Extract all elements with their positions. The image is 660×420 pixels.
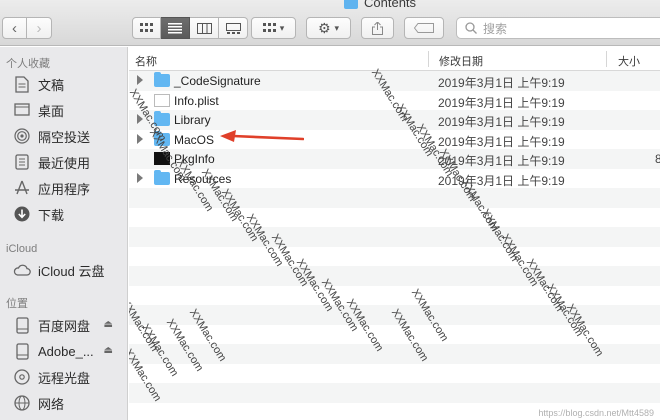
icloud-header: iCloud [6, 243, 38, 255]
navigation-buttons: ‹ › [2, 17, 52, 39]
eject-icon[interactable]: ⏏ [104, 345, 113, 356]
icon-view-button[interactable] [132, 17, 161, 39]
empty-row [129, 383, 660, 403]
empty-row [129, 344, 660, 364]
optical-disc-icon [12, 367, 32, 387]
table-row[interactable]: Resources 2019年3月1日 上午9:19 [129, 169, 660, 189]
folder-icon [344, 0, 358, 9]
table-row[interactable]: MacOS 2019年3月1日 上午9:19 [129, 130, 660, 150]
locations-header: 位置 [6, 298, 28, 310]
sidebar-item-icloud-drive[interactable]: iCloud 云盘 [12, 260, 104, 280]
table-row[interactable]: Info.plist 2019年3月1日 上午9:19 [129, 91, 660, 111]
sidebar: 个人收藏 文稿 桌面 隔空投送 最近使用 应用程序 下载 iCloud iClo… [0, 47, 128, 420]
empty-row [129, 305, 660, 325]
empty-row [129, 286, 660, 306]
favorites-header: 个人收藏 [6, 58, 50, 70]
sidebar-item-remote-disc[interactable]: 远程光盘 [12, 367, 90, 387]
executable-file-icon [154, 152, 170, 165]
sidebar-item-airdrop[interactable]: 隔空投送 [12, 126, 90, 146]
folder-icon [154, 72, 170, 87]
empty-row [129, 227, 660, 247]
applications-icon [12, 178, 32, 198]
sidebar-item-documents[interactable]: 文稿 [12, 74, 64, 94]
sidebar-item-applications[interactable]: 应用程序 [12, 178, 90, 198]
tags-button[interactable] [404, 17, 444, 39]
list-icon [168, 22, 182, 33]
sidebar-item-network[interactable]: 网络 [12, 393, 64, 413]
list-view-button[interactable] [161, 17, 190, 39]
column-view-button[interactable] [190, 17, 219, 39]
disclosure-triangle-icon[interactable] [137, 133, 143, 144]
disclosure-triangle-icon[interactable] [137, 75, 143, 85]
table-row[interactable]: _CodeSignature 2019年3月1日 上午9:19 [129, 71, 660, 91]
sidebar-item-recents[interactable]: 最近使用 [12, 152, 90, 172]
column-headers: 名称 修改日期 大小 [129, 47, 660, 71]
search-icon [465, 22, 477, 34]
folder-icon [154, 111, 170, 126]
red-arrow-annotation [220, 130, 304, 142]
folder-icon [154, 169, 170, 185]
empty-row [129, 188, 660, 208]
table-row[interactable]: PkgInfo 2019年3月1日 上午9:19 8 [129, 149, 660, 169]
column-divider[interactable] [428, 51, 429, 67]
view-mode-switcher [132, 17, 248, 39]
window-title: Contents [344, 0, 416, 10]
sidebar-item-baidu-disk[interactable]: 百度网盘 [12, 315, 90, 335]
grid-icon [139, 23, 153, 32]
chevron-down-icon: ▾ [334, 22, 340, 33]
empty-row [129, 208, 660, 228]
download-icon [12, 204, 32, 224]
disclosure-triangle-icon[interactable] [137, 114, 143, 124]
share-icon [372, 21, 383, 35]
disclosure-triangle-icon[interactable] [137, 172, 143, 183]
document-icon [12, 74, 32, 94]
action-menu-button[interactable]: ⚙ ▾ [306, 17, 351, 39]
eject-icon[interactable]: ⏏ [104, 319, 113, 330]
chevron-right-icon: › [36, 19, 42, 37]
desktop-icon [12, 100, 32, 120]
empty-row [129, 325, 660, 345]
search-input[interactable]: 搜索 [456, 17, 660, 39]
gear-icon: ⚙ [317, 19, 331, 36]
tag-icon [414, 23, 434, 33]
group-by-button[interactable]: ▾ [251, 17, 296, 39]
forward-button[interactable]: › [27, 17, 52, 39]
column-divider[interactable] [606, 51, 607, 67]
table-row[interactable]: Library 2019年3月1日 上午9:19 [129, 110, 660, 130]
disk-icon [12, 315, 32, 335]
column-header-size[interactable]: 大小 [618, 53, 640, 69]
disk-icon [12, 341, 32, 361]
gallery-icon [225, 22, 241, 34]
folder-icon [154, 130, 170, 146]
empty-row [129, 364, 660, 384]
chevron-left-icon: ‹ [12, 19, 17, 37]
plist-file-icon [154, 93, 170, 107]
back-button[interactable]: ‹ [2, 17, 27, 39]
column-header-name[interactable]: 名称 [135, 53, 157, 69]
sidebar-item-desktop[interactable]: 桌面 [12, 100, 64, 120]
empty-row [129, 266, 660, 286]
sidebar-item-adobe-disk[interactable]: Adobe_... [12, 341, 94, 361]
columns-icon [196, 22, 212, 34]
sidebar-item-downloads[interactable]: 下载 [12, 204, 64, 224]
gallery-view-button[interactable] [219, 17, 248, 39]
chevron-down-icon: ▾ [279, 22, 285, 33]
window-toolbar: Contents ‹ › ▾ ⚙ ▾ 搜索 [0, 0, 660, 46]
credit-watermark: https://blog.csdn.net/Mtt4589 [538, 408, 654, 418]
grid-icon [262, 23, 276, 32]
cloud-icon [12, 260, 32, 280]
recents-icon [12, 152, 32, 172]
network-icon [12, 393, 32, 413]
share-button[interactable] [361, 17, 394, 39]
airdrop-icon [12, 126, 32, 146]
empty-row [129, 247, 660, 267]
file-list: 名称 修改日期 大小 _CodeSignature 2019年3月1日 上午9:… [129, 47, 660, 420]
column-header-modified[interactable]: 修改日期 [439, 53, 483, 69]
